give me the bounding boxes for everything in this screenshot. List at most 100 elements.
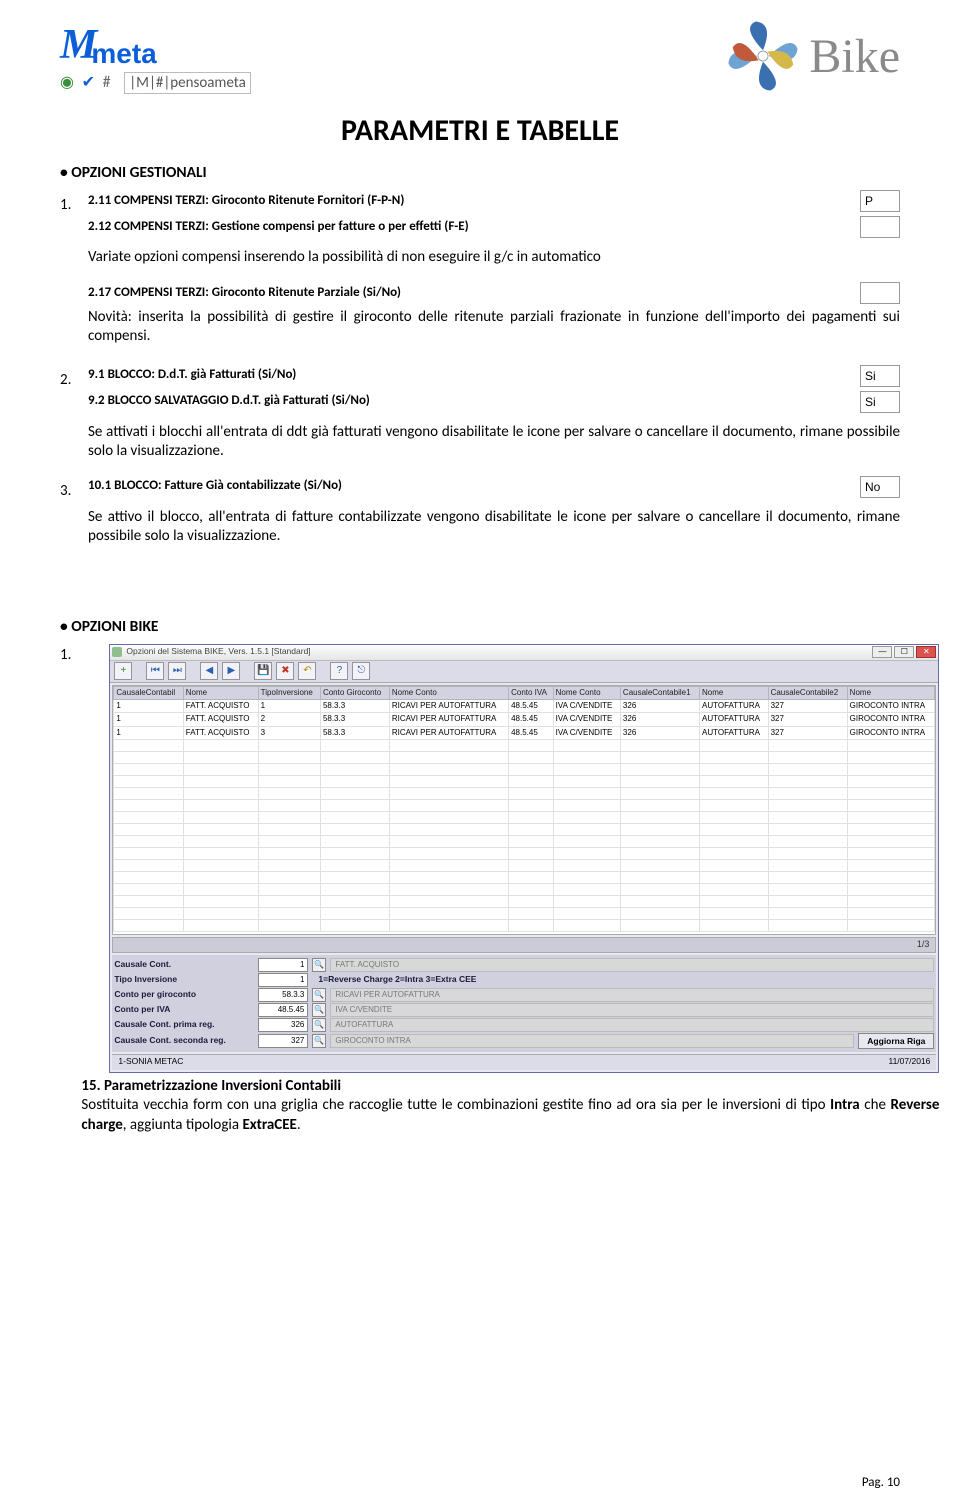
table-row[interactable]: 1FATT. ACQUISTO258.3.3RICAVI PER AUTOFAT… bbox=[114, 713, 935, 726]
page-number: Pag. 10 bbox=[862, 1475, 900, 1490]
table-row bbox=[114, 752, 935, 764]
lookup-icon[interactable]: 🔍 bbox=[312, 988, 326, 1002]
meta-text: meta bbox=[91, 38, 156, 70]
grid-header[interactable]: CausaleContabile2 bbox=[768, 686, 847, 699]
status-left: 1-SONIA METAC bbox=[118, 1056, 183, 1069]
save-icon[interactable]: 💾 bbox=[254, 662, 272, 680]
meta-logo-block: M meta ◉ ✔ # |M|#|pensoameta bbox=[60, 20, 251, 92]
close-button[interactable]: ✕ bbox=[916, 646, 936, 658]
prev-icon[interactable]: ◀ bbox=[200, 662, 218, 680]
table-row bbox=[114, 860, 935, 872]
lookup-icon[interactable]: 🔍 bbox=[312, 1018, 326, 1032]
section-gestionali: OPZIONI GESTIONALI bbox=[60, 163, 900, 182]
text-2: Se attivati i blocchi all'entrata di ddt… bbox=[88, 423, 900, 462]
first-icon[interactable]: ⏮ bbox=[146, 662, 164, 680]
grid-header[interactable]: Nome bbox=[183, 686, 258, 699]
table-row bbox=[114, 788, 935, 800]
fp-giroconto-input[interactable] bbox=[258, 988, 308, 1002]
grid-header[interactable]: Conto Giroconto bbox=[320, 686, 389, 699]
grid-header[interactable]: CausaleContabil bbox=[114, 686, 183, 699]
field-101-label: 10.1 BLOCCO: Fatture Già contabilizzate … bbox=[88, 478, 860, 495]
table-row bbox=[114, 836, 935, 848]
fp-prima-input[interactable] bbox=[258, 1018, 308, 1032]
field-91-input[interactable] bbox=[860, 365, 900, 387]
lookup-icon[interactable]: 🔍 bbox=[312, 958, 326, 972]
fp-prima-label: Causale Cont. prima reg. bbox=[114, 1019, 254, 1030]
table-row bbox=[114, 764, 935, 776]
table-row[interactable]: 1FATT. ACQUISTO158.3.3RICAVI PER AUTOFAT… bbox=[114, 699, 935, 712]
field-217-label: 2.17 COMPENSI TERZI: Giroconto Ritenute … bbox=[88, 285, 860, 300]
grid-header[interactable]: Nome Conto bbox=[553, 686, 620, 699]
window-icon bbox=[112, 647, 122, 657]
sub-icons: ◉ ✔ # |M|#|pensoameta bbox=[60, 72, 251, 92]
next-icon[interactable]: ▶ bbox=[222, 662, 240, 680]
fp-tipo-input[interactable] bbox=[258, 973, 308, 987]
bike-item-title: 15. Parametrizzazione Inversioni Contabi… bbox=[81, 1077, 341, 1095]
bike-brand: Bike bbox=[809, 29, 900, 84]
exit-icon[interactable]: ⎋ bbox=[352, 662, 370, 680]
table-row bbox=[114, 872, 935, 884]
grid-header[interactable]: TipoInversione bbox=[258, 686, 320, 699]
bike-item-num: 1. bbox=[60, 644, 71, 664]
field-101-input[interactable] bbox=[860, 476, 900, 498]
status-bar: 1-SONIA METAC 11/07/2016 bbox=[112, 1054, 936, 1070]
bike-item-text: Sostituita vecchia form con una griglia … bbox=[81, 1096, 939, 1135]
table-row bbox=[114, 848, 935, 860]
table-row bbox=[114, 884, 935, 896]
grid-header[interactable]: Conto IVA bbox=[509, 686, 554, 699]
fp-prima-desc: AUTOFATTURA bbox=[330, 1018, 934, 1032]
meta-m-icon: M bbox=[60, 21, 93, 69]
table-row[interactable]: 1FATT. ACQUISTO358.3.3RICAVI PER AUTOFAT… bbox=[114, 726, 935, 739]
grid-header[interactable]: CausaleContabile1 bbox=[620, 686, 699, 699]
table-row bbox=[114, 920, 935, 932]
fp-iva-input[interactable] bbox=[258, 1003, 308, 1017]
add-icon[interactable]: + bbox=[114, 662, 132, 680]
minimize-button[interactable]: — bbox=[872, 646, 892, 658]
grid-header[interactable]: Nome bbox=[700, 686, 769, 699]
field-217-input[interactable] bbox=[860, 282, 900, 304]
fp-giroconto-desc: RICAVI PER AUTOFATTURA bbox=[330, 988, 934, 1002]
fp-causale-input[interactable] bbox=[258, 958, 308, 972]
text-1b: Novità: inserita la possibilità di gesti… bbox=[88, 308, 900, 347]
field-211-input[interactable] bbox=[860, 190, 900, 212]
maximize-button[interactable]: ☐ bbox=[894, 646, 914, 658]
pager: 1/3 bbox=[112, 937, 936, 953]
section-bike: OPZIONI BIKE bbox=[60, 617, 900, 636]
undo-icon[interactable]: ↶ bbox=[298, 662, 316, 680]
table-row bbox=[114, 896, 935, 908]
field-91-label: 9.1 BLOCCO: D.d.T. già Fatturati (Si/No) bbox=[88, 367, 860, 384]
field-212-input[interactable] bbox=[860, 216, 900, 238]
lookup-icon[interactable]: 🔍 bbox=[312, 1034, 326, 1048]
grid-header[interactable]: Nome Conto bbox=[389, 686, 508, 699]
aggiorna-button[interactable]: Aggiorna Riga bbox=[858, 1033, 934, 1049]
fp-iva-label: Conto per IVA bbox=[114, 1004, 254, 1015]
table-row bbox=[114, 800, 935, 812]
fp-giroconto-label: Conto per giroconto bbox=[114, 989, 254, 1000]
text-3: Se attivo il blocco, all'entrata di fatt… bbox=[88, 508, 900, 547]
fp-seconda-input[interactable] bbox=[258, 1034, 308, 1048]
window-titlebar: Opzioni del Sistema BIKE, Vers. 1.5.1 [S… bbox=[110, 645, 938, 661]
fan-icon bbox=[727, 20, 799, 92]
delete-icon[interactable]: ✖ bbox=[276, 662, 294, 680]
hash-icon: # bbox=[103, 73, 113, 92]
field-212-label: 2.12 COMPENSI TERZI: Gestione compensi p… bbox=[88, 219, 860, 236]
page-header: M meta ◉ ✔ # |M|#|pensoameta Bike bbox=[60, 20, 900, 92]
lookup-icon[interactable]: 🔍 bbox=[312, 1003, 326, 1017]
table-row bbox=[114, 824, 935, 836]
fp-causale-desc: FATT. ACQUISTO bbox=[330, 958, 934, 972]
fp-seconda-label: Causale Cont. seconda reg. bbox=[114, 1035, 254, 1046]
toolbar: + ⏮ ⏭ ◀ ▶ 💾 ✖ ↶ ? ⎋ bbox=[110, 661, 938, 683]
grid-header[interactable]: Nome bbox=[847, 686, 935, 699]
swirl-icon: ◉ bbox=[60, 73, 76, 92]
field-92-input[interactable] bbox=[860, 391, 900, 413]
help-icon[interactable]: ? bbox=[330, 662, 348, 680]
table-row bbox=[114, 908, 935, 920]
fp-tipo-hint: 1=Reverse Charge 2=Intra 3=Extra CEE bbox=[318, 974, 476, 985]
table-row bbox=[114, 812, 935, 824]
data-grid[interactable]: CausaleContabilNomeTipoInversioneConto G… bbox=[112, 685, 936, 935]
bike-logo-block: Bike bbox=[727, 20, 900, 92]
fp-iva-desc: IVA C/VENDITE bbox=[330, 1003, 934, 1017]
check-icon: ✔ bbox=[82, 73, 97, 92]
slogan: |M|#|pensoameta bbox=[124, 72, 251, 94]
last-icon[interactable]: ⏭ bbox=[168, 662, 186, 680]
